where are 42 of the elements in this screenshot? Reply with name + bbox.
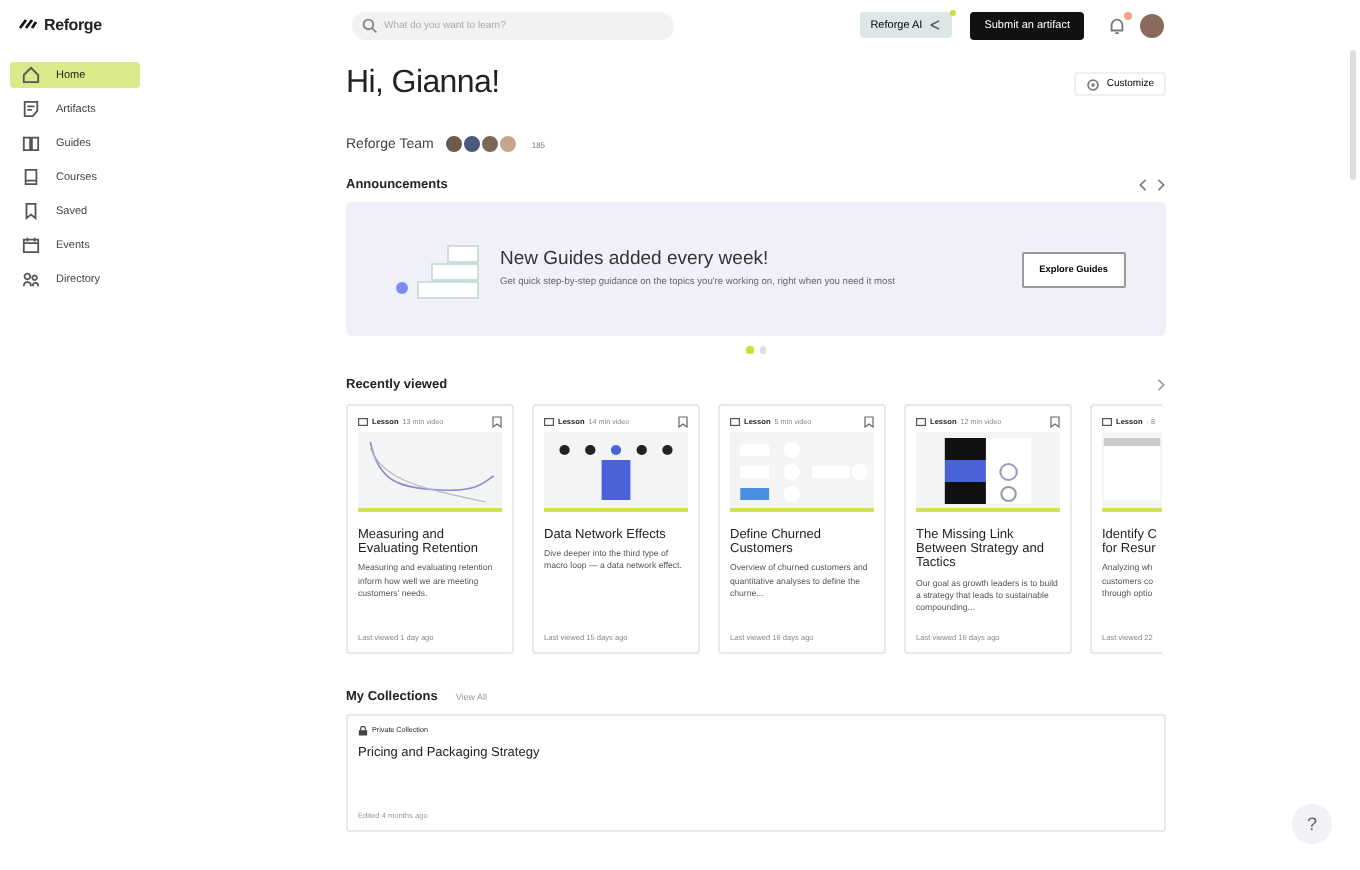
lesson-icon <box>1102 417 1112 425</box>
bookmark-icon[interactable] <box>864 415 874 427</box>
artifact-icon <box>22 100 40 118</box>
banner-title: New Guides added every week! <box>500 247 771 270</box>
chevron-left-icon[interactable] <box>1138 178 1148 192</box>
logo-icon <box>18 16 38 32</box>
lesson-icon <box>730 417 740 425</box>
calendar-icon <box>22 236 40 254</box>
thumbnail-drawing <box>730 431 874 511</box>
avatar-icon <box>497 134 518 154</box>
help-button[interactable]: ? <box>1292 804 1332 844</box>
chevron-right-icon[interactable] <box>1156 178 1166 192</box>
gear-icon <box>1086 77 1101 91</box>
avatar-icon <box>461 134 482 154</box>
logo-text: Reforge <box>44 15 102 33</box>
search-icon <box>362 17 378 33</box>
bookmark-icon[interactable] <box>1050 415 1060 427</box>
thumbnail-drawing <box>1102 431 1162 511</box>
scrollbar[interactable] <box>1350 50 1356 180</box>
lesson-icon <box>916 417 926 425</box>
avatar-icon <box>479 134 500 154</box>
lesson-icon <box>544 417 554 425</box>
lesson-icon <box>358 417 368 425</box>
avatar-icon <box>443 134 464 154</box>
greeting: Hi, Gianna! <box>346 66 500 102</box>
bookmark-icon <box>22 202 40 220</box>
avatar-icon[interactable] <box>1140 13 1164 37</box>
home-icon <box>22 66 40 84</box>
thumbnail-drawing <box>544 431 688 511</box>
carousel-dot[interactable] <box>759 346 766 353</box>
thumbnail-drawing <box>916 431 1060 511</box>
stairs-drawing <box>394 239 482 299</box>
lock-icon <box>358 725 368 735</box>
bookmark-icon[interactable] <box>492 415 502 427</box>
chevron-right-icon[interactable] <box>1156 377 1166 391</box>
book-icon <box>22 134 40 152</box>
course-icon <box>22 168 40 186</box>
bookmark-icon[interactable] <box>678 415 688 427</box>
people-icon <box>22 270 40 288</box>
bell-icon[interactable] <box>1108 15 1126 35</box>
thumbnail-drawing <box>358 431 502 511</box>
carousel-dot[interactable] <box>746 346 753 353</box>
